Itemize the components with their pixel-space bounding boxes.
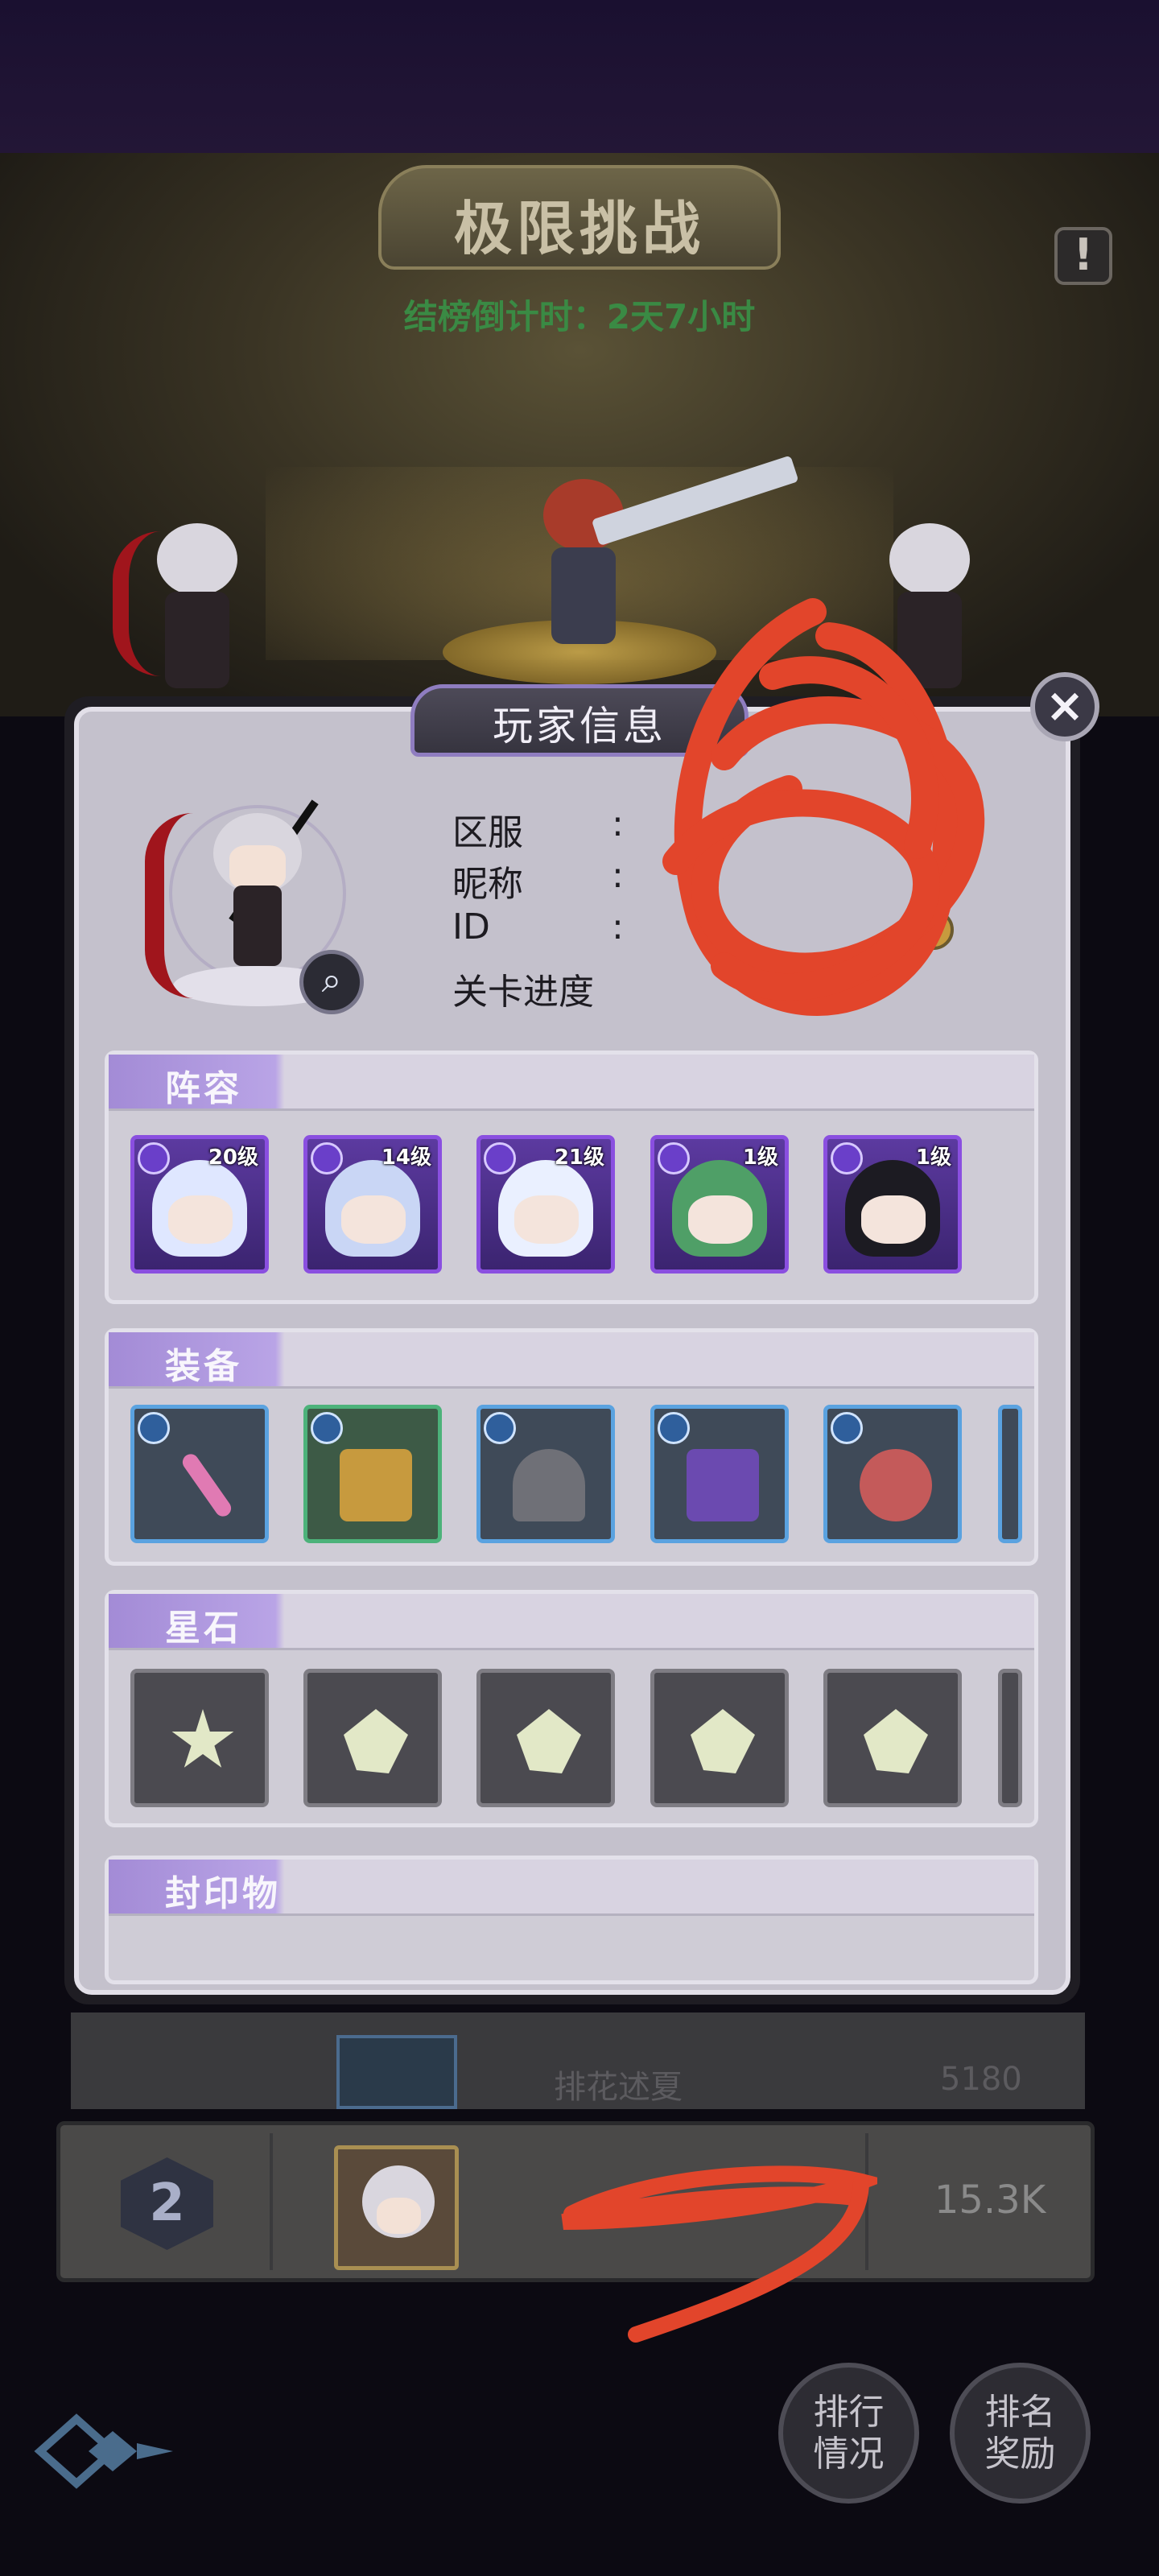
staff-icon bbox=[484, 1142, 516, 1174]
hero-portrait-face bbox=[168, 1195, 233, 1244]
ranking-button[interactable]: 排行 情况 bbox=[778, 2363, 919, 2504]
redaction-scribble bbox=[662, 598, 985, 1016]
close-icon[interactable]: × bbox=[1030, 672, 1099, 741]
hero-portrait-face bbox=[341, 1195, 406, 1244]
top-bar bbox=[0, 0, 1159, 153]
hero-level: 1级 bbox=[915, 1146, 951, 1170]
hero-portrait-face bbox=[861, 1195, 926, 1244]
shield-gem-icon bbox=[517, 1709, 581, 1773]
row-score: 15.3K bbox=[934, 2178, 1046, 2223]
redaction-scribble-2 bbox=[561, 2165, 877, 2343]
hero-level: 14级 bbox=[381, 1146, 431, 1170]
hero-portrait-face bbox=[688, 1195, 753, 1244]
equipment-card[interactable] bbox=[650, 1405, 789, 1543]
shard-gem-icon bbox=[864, 1709, 928, 1773]
hero-portrait-face bbox=[514, 1195, 579, 1244]
slot-badge-icon bbox=[484, 1412, 516, 1444]
slot-badge-icon bbox=[831, 1412, 863, 1444]
scythe-icon bbox=[145, 813, 201, 998]
progress-label: 关卡进度 bbox=[452, 972, 594, 1013]
hero-card[interactable]: 1级 bbox=[823, 1135, 962, 1274]
swirl-icon bbox=[831, 1142, 863, 1174]
equipment-card[interactable] bbox=[823, 1405, 962, 1543]
equipment-card[interactable] bbox=[130, 1405, 269, 1543]
equipment-card[interactable] bbox=[476, 1405, 615, 1543]
countdown-text: 结榜倒计时：2天7小时 bbox=[403, 297, 756, 336]
row-avatar bbox=[334, 2145, 459, 2270]
hero-level: 1级 bbox=[742, 1146, 778, 1170]
id-colon: : bbox=[612, 906, 624, 947]
sword-icon bbox=[138, 1142, 170, 1174]
nickname-label: 昵称 bbox=[452, 864, 523, 905]
seal-section: 封印物 bbox=[105, 1856, 1038, 1984]
star-stone-slot[interactable] bbox=[476, 1669, 615, 1807]
lineup-title: 阵容 bbox=[165, 1068, 242, 1109]
star-stone-slot[interactable] bbox=[823, 1669, 962, 1807]
back-logo-icon[interactable] bbox=[32, 2407, 177, 2496]
star-stone-slot[interactable] bbox=[303, 1669, 442, 1807]
equipment-card-partial[interactable] bbox=[998, 1405, 1022, 1543]
avatar-face bbox=[229, 845, 286, 890]
exclamation-icon[interactable]: ! bbox=[1054, 227, 1112, 285]
ring-icon bbox=[860, 1449, 932, 1521]
hero-level: 21级 bbox=[554, 1146, 604, 1170]
star-stone-slot[interactable] bbox=[650, 1669, 789, 1807]
crystal-icon bbox=[344, 1709, 408, 1773]
ranking-button-label: 排行 情况 bbox=[813, 2391, 885, 2475]
hero-level: 20级 bbox=[208, 1146, 258, 1170]
nickname-colon: : bbox=[612, 855, 624, 896]
partial-player-name: 排花述夏 bbox=[554, 2069, 683, 2106]
sword-icon bbox=[658, 1142, 690, 1174]
server-label: 区服 bbox=[452, 812, 523, 853]
magnifier-icon[interactable]: ⌕ bbox=[299, 950, 364, 1014]
star-stone-slot[interactable] bbox=[130, 1669, 269, 1807]
slot-badge-icon bbox=[658, 1412, 690, 1444]
star-stone-icon bbox=[171, 1709, 234, 1768]
star-stone-slot-partial[interactable] bbox=[998, 1669, 1022, 1807]
arena-hero-left bbox=[113, 515, 274, 700]
hero-card[interactable]: 14级 bbox=[303, 1135, 442, 1274]
witch-hat-icon bbox=[513, 1449, 585, 1521]
seal-title: 封印物 bbox=[165, 1873, 281, 1914]
heart-staff-icon bbox=[179, 1451, 235, 1520]
cloak-icon bbox=[687, 1449, 759, 1521]
equipment-card[interactable] bbox=[303, 1405, 442, 1543]
spellbook-icon bbox=[340, 1449, 412, 1521]
rewards-button[interactable]: 排名 奖励 bbox=[950, 2363, 1091, 2504]
star-stone-title: 星石 bbox=[165, 1608, 242, 1649]
hero-card[interactable]: 21级 bbox=[476, 1135, 615, 1274]
hero-card[interactable]: 20级 bbox=[130, 1135, 269, 1274]
hero-card[interactable]: 1级 bbox=[650, 1135, 789, 1274]
sword-icon bbox=[311, 1142, 343, 1174]
leaderboard-row-partial: 排花述夏 5180 bbox=[71, 2013, 1085, 2109]
partial-score: 5180 bbox=[940, 2061, 1022, 2098]
page-title: 极限挑战 bbox=[453, 195, 705, 262]
rewards-button-label: 排名 奖励 bbox=[984, 2391, 1056, 2475]
server-colon: : bbox=[612, 803, 624, 844]
slot-badge-icon bbox=[138, 1412, 170, 1444]
id-label: ID bbox=[452, 906, 490, 947]
slot-badge-icon bbox=[311, 1412, 343, 1444]
avatar-body bbox=[233, 886, 282, 966]
hex-gem-icon bbox=[691, 1709, 755, 1773]
equipment-title: 装备 bbox=[165, 1346, 242, 1387]
